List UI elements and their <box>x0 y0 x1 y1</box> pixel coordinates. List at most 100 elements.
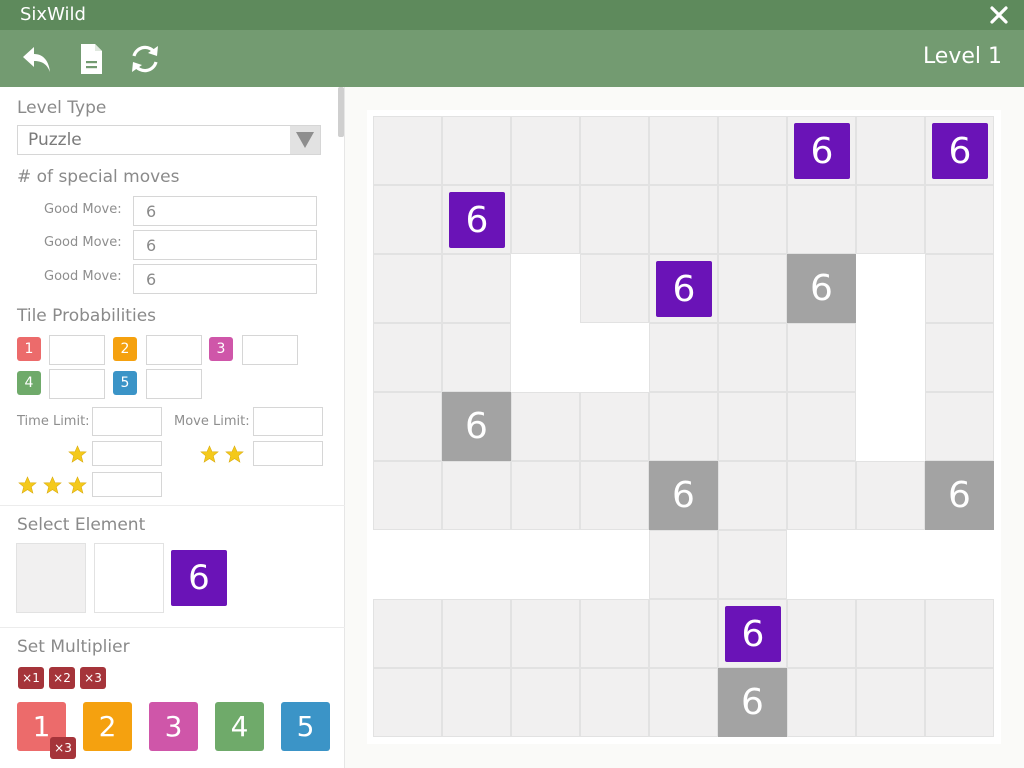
board-cell[interactable] <box>925 599 994 668</box>
multiplier-x2-button[interactable]: ×2 <box>49 667 75 689</box>
time-three-star-field[interactable] <box>92 472 162 497</box>
board-cell[interactable] <box>442 116 511 185</box>
undo-button[interactable] <box>17 40 57 78</box>
element-six-tile[interactable]: 6 <box>171 550 227 606</box>
board-cell[interactable] <box>925 323 994 392</box>
board-cell[interactable] <box>511 116 580 185</box>
board-cell[interactable] <box>580 185 649 254</box>
board-cell[interactable] <box>373 599 442 668</box>
board-cell[interactable] <box>787 392 856 461</box>
board-cell[interactable] <box>442 668 511 737</box>
board-cell[interactable] <box>925 668 994 737</box>
six-tile[interactable]: 6 <box>794 123 850 179</box>
number-4-tile[interactable]: 4 <box>215 702 264 751</box>
panel-scrollbar[interactable] <box>338 87 344 137</box>
board-six-bucket-cell[interactable]: 6 <box>787 254 856 323</box>
board-cell[interactable] <box>580 254 649 323</box>
board-cell[interactable] <box>373 254 442 323</box>
board-void-cell[interactable] <box>856 254 925 323</box>
board-void-cell[interactable] <box>580 323 649 392</box>
board-cell[interactable] <box>718 392 787 461</box>
board-void-cell[interactable] <box>442 530 511 599</box>
multiplier-x1-button[interactable]: ×1 <box>18 667 44 689</box>
board-cell[interactable] <box>580 668 649 737</box>
board-cell[interactable] <box>718 116 787 185</box>
board-six-bucket-cell[interactable]: 6 <box>718 668 787 737</box>
board-cell[interactable] <box>442 323 511 392</box>
board-cell[interactable] <box>787 323 856 392</box>
board-cell[interactable] <box>511 668 580 737</box>
good-move-field[interactable]: 6 <box>133 230 317 260</box>
six-tile[interactable]: 6 <box>932 123 988 179</box>
board-cell[interactable] <box>580 116 649 185</box>
board-cell[interactable] <box>856 185 925 254</box>
board-cell[interactable] <box>373 116 442 185</box>
board-cell[interactable] <box>373 668 442 737</box>
board-cell[interactable] <box>580 392 649 461</box>
board-cell[interactable] <box>718 461 787 530</box>
tile-3-probability[interactable] <box>242 335 298 365</box>
board-cell[interactable] <box>787 668 856 737</box>
good-move-field[interactable]: 6 <box>133 196 317 226</box>
board-void-cell[interactable] <box>856 530 925 599</box>
board-void-cell[interactable] <box>856 323 925 392</box>
multiplier-x3-button[interactable]: ×3 <box>80 667 106 689</box>
board-cell[interactable] <box>925 254 994 323</box>
board-cell[interactable] <box>649 116 718 185</box>
board-void-cell[interactable] <box>511 254 580 323</box>
board-cell[interactable] <box>511 461 580 530</box>
board-six-bucket-cell[interactable]: 6 <box>925 461 994 530</box>
board-void-cell[interactable] <box>511 530 580 599</box>
time-one-star-field[interactable] <box>92 441 162 466</box>
number-2-tile[interactable]: 2 <box>83 702 132 751</box>
six-tile[interactable]: 6 <box>449 192 505 248</box>
board-cell[interactable] <box>787 599 856 668</box>
board-cell[interactable] <box>718 530 787 599</box>
board-cell[interactable] <box>649 323 718 392</box>
board-six-bucket-cell[interactable]: 6 <box>442 392 511 461</box>
board-cell[interactable] <box>442 599 511 668</box>
board-cell[interactable] <box>718 254 787 323</box>
board-cell[interactable] <box>511 392 580 461</box>
board-cell[interactable] <box>373 185 442 254</box>
number-3-tile[interactable]: 3 <box>149 702 198 751</box>
tile-1-probability[interactable] <box>49 335 105 365</box>
tile-4-probability[interactable] <box>49 369 105 399</box>
refresh-button[interactable] <box>125 40 165 78</box>
good-move-field[interactable]: 6 <box>133 264 317 294</box>
board-cell[interactable] <box>511 185 580 254</box>
tile-5-probability[interactable] <box>146 369 202 399</box>
move-limit-field[interactable] <box>253 407 323 436</box>
number-5-tile[interactable]: 5 <box>281 702 330 751</box>
board-cell[interactable] <box>649 530 718 599</box>
board-cell[interactable] <box>856 668 925 737</box>
board-cell[interactable] <box>649 185 718 254</box>
board-cell[interactable] <box>649 599 718 668</box>
board-cell[interactable] <box>373 392 442 461</box>
board-cell[interactable] <box>718 323 787 392</box>
board-cell[interactable] <box>718 185 787 254</box>
chevron-down-icon[interactable] <box>290 126 320 154</box>
board-six-bucket-cell[interactable]: 6 <box>649 461 718 530</box>
move-two-star-field[interactable] <box>253 441 323 466</box>
board-cell[interactable] <box>649 392 718 461</box>
file-button[interactable] <box>71 40 111 78</box>
tile-2-probability[interactable] <box>146 335 202 365</box>
board-cell[interactable] <box>856 599 925 668</box>
board-cell[interactable] <box>856 116 925 185</box>
board-cell[interactable] <box>925 185 994 254</box>
time-limit-field[interactable] <box>92 407 162 436</box>
board-void-cell[interactable] <box>856 392 925 461</box>
board-cell[interactable] <box>442 254 511 323</box>
board-cell[interactable] <box>580 599 649 668</box>
level-type-select[interactable]: Puzzle <box>17 125 321 155</box>
board-void-cell[interactable] <box>925 530 994 599</box>
board-cell[interactable] <box>787 185 856 254</box>
board-void-cell[interactable] <box>787 530 856 599</box>
board-cell[interactable] <box>925 392 994 461</box>
board-cell[interactable] <box>511 599 580 668</box>
board-cell[interactable] <box>856 461 925 530</box>
close-icon[interactable] <box>986 2 1012 28</box>
board-cell[interactable] <box>373 323 442 392</box>
element-normal-cell[interactable] <box>16 543 86 613</box>
